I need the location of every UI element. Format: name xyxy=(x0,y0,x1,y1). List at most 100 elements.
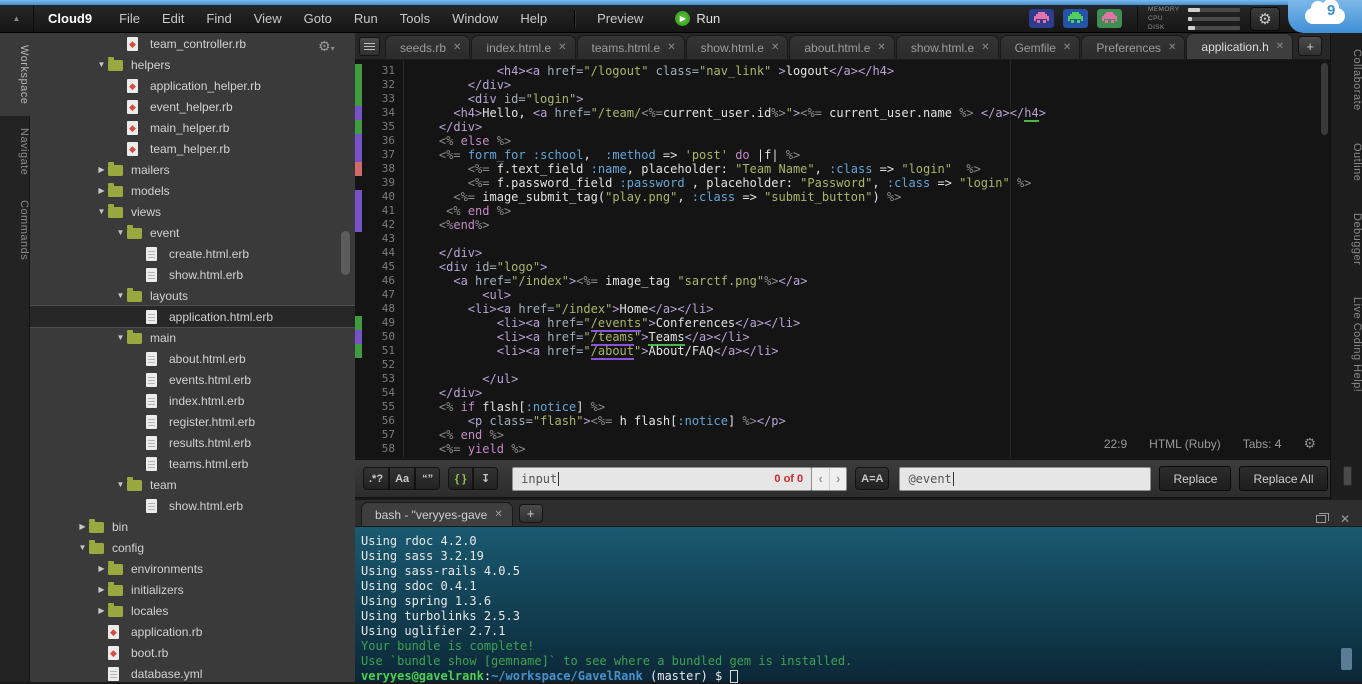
tree-item-models[interactable]: ▶ models xyxy=(30,180,355,201)
menu-tools[interactable]: Tools xyxy=(389,11,441,26)
code-line[interactable]: 33 <div id="login"> xyxy=(355,92,1046,106)
replace-all-button[interactable]: Replace All xyxy=(1239,466,1328,491)
tree-settings-gear-icon[interactable]: ⚙▾ xyxy=(318,38,335,55)
tab-index-html-e[interactable]: index.html.e ✕ xyxy=(471,35,576,59)
chevron-down-icon[interactable]: ▼ xyxy=(114,291,127,300)
code-line[interactable]: 40 <%= image_submit_tag("play.png", :cla… xyxy=(355,190,1046,204)
chevron-right-icon[interactable]: ▶ xyxy=(95,165,108,174)
chevron-right-icon[interactable]: ▶ xyxy=(95,606,108,615)
menu-edit[interactable]: Edit xyxy=(151,11,195,26)
code-line[interactable]: 47 <ul> xyxy=(355,288,1046,302)
code-line[interactable]: 43 xyxy=(355,232,1046,246)
code-line[interactable]: 42 <%end%> xyxy=(355,218,1046,232)
code-line[interactable]: 53 </ul> xyxy=(355,372,1046,386)
code-line[interactable]: 41 <% end %> xyxy=(355,204,1046,218)
code-line[interactable]: 31 <h4><a href="/logout" class="nav_link… xyxy=(355,64,1046,78)
menu-file[interactable]: File xyxy=(108,11,151,26)
rail-item-workspace[interactable]: Workspace xyxy=(0,33,30,117)
tree-item-index-html-erb[interactable]: index.html.erb xyxy=(30,390,355,411)
code-line[interactable]: 50 <li><a href="/teams">Teams</a></li> xyxy=(355,330,1046,346)
close-icon[interactable]: ✕ xyxy=(877,42,885,53)
code-line[interactable]: 52 xyxy=(355,358,1046,372)
tree-item-create-html-erb[interactable]: create.html.erb xyxy=(30,243,355,264)
tree-item-application-rb[interactable]: application.rb xyxy=(30,621,355,642)
chevron-down-icon[interactable]: ▼ xyxy=(95,207,108,216)
tree-scrollbar[interactable] xyxy=(341,231,350,275)
code-line[interactable]: 48 <li><a href="/index">Home</a></li> xyxy=(355,302,1046,316)
tab-seeds-rb[interactable]: seeds.rb ✕ xyxy=(385,35,471,59)
menu-view[interactable]: View xyxy=(243,11,293,26)
code-line[interactable]: 56 <p class="flash"><%= h flash[:notice]… xyxy=(355,414,1046,428)
code-line[interactable]: 32 </div> xyxy=(355,78,1046,92)
invader-icon-2[interactable] xyxy=(1063,9,1088,28)
chevron-down-icon[interactable]: ▼ xyxy=(114,333,127,342)
code-line[interactable]: 38 <%= f.text_field :name, placeholder: … xyxy=(355,162,1046,176)
code-line[interactable]: 51 <li><a href="/about">About/FAQ</a></l… xyxy=(355,344,1046,360)
tree-item-bin[interactable]: ▶ bin xyxy=(30,516,355,537)
tree-item-event-helper-rb[interactable]: event_helper.rb xyxy=(30,96,355,117)
code-line[interactable]: 49 <li><a href="/events">Conferences</a>… xyxy=(355,316,1046,332)
tree-item-events-html-erb[interactable]: events.html.erb xyxy=(30,369,355,390)
menu-run[interactable]: Run xyxy=(343,11,389,26)
tab-size[interactable]: Tabs: 4 xyxy=(1243,437,1282,451)
tab-list-icon[interactable] xyxy=(359,37,380,56)
new-tab-button[interactable]: + xyxy=(1298,36,1323,56)
code-editor[interactable]: 31 <h4><a href="/logout" class="nav_link… xyxy=(355,60,1330,458)
menu-collapse-button[interactable]: ▲ xyxy=(0,5,34,32)
preview-button[interactable]: Preview xyxy=(575,11,661,26)
chevron-right-icon[interactable]: ▶ xyxy=(95,186,108,195)
tree-item-main-helper-rb[interactable]: main_helper.rb xyxy=(30,117,355,138)
replace-input[interactable]: @event xyxy=(899,466,1152,491)
close-icon[interactable]: ✕ xyxy=(1063,42,1071,53)
rail-item-navigate[interactable]: Navigate xyxy=(0,116,30,187)
panel-resize-handle[interactable] xyxy=(1343,466,1352,486)
maximize-icon[interactable] xyxy=(1315,513,1329,523)
tab-Preferences[interactable]: Preferences ✕ xyxy=(1081,35,1186,59)
editor-scrollbar[interactable] xyxy=(1321,63,1328,135)
invader-icon-3[interactable] xyxy=(1097,9,1122,28)
terminal-output[interactable]: Using rdoc 4.2.0 Using sass 3.2.19 Using s… xyxy=(355,527,1362,683)
rail-item-live-coding-help-[interactable]: Live Coding Help! xyxy=(1331,281,1362,408)
tree-item-database-yml[interactable]: database.yml xyxy=(30,663,355,682)
close-icon[interactable]: ✕ xyxy=(494,509,502,520)
chevron-down-icon[interactable]: ▼ xyxy=(114,480,127,489)
code-line[interactable]: 44 </div> xyxy=(355,246,1046,260)
close-icon[interactable]: ✕ xyxy=(558,42,566,53)
settings-gear-button[interactable]: ⚙ xyxy=(1250,6,1280,31)
tree-item-show-html-erb[interactable]: show.html.erb xyxy=(30,264,355,285)
terminal-scrollbar[interactable] xyxy=(1341,648,1352,670)
tab-teams-html-e[interactable]: teams.html.e ✕ xyxy=(576,35,685,59)
chevron-down-icon[interactable]: ▼ xyxy=(95,60,108,69)
chevron-right-icon[interactable]: ▶ xyxy=(95,585,108,594)
find-previous-button[interactable]: ‹ xyxy=(812,468,829,490)
wrap-search-button[interactable]: ↧ xyxy=(473,467,499,490)
code-line[interactable]: 39 <%= f.password_field :password , plac… xyxy=(355,176,1046,190)
tree-item-application-helper-rb[interactable]: application_helper.rb xyxy=(30,75,355,96)
code-line[interactable]: 45 <div id="logo"> xyxy=(355,260,1046,274)
case-sensitive-button[interactable]: Aa xyxy=(389,467,416,490)
tree-item-locales[interactable]: ▶ locales xyxy=(30,600,355,621)
invader-icon-1[interactable] xyxy=(1029,9,1054,28)
tree-item-config[interactable]: ▼ config xyxy=(30,537,355,558)
tree-item-application-html-erb[interactable]: application.html.erb xyxy=(30,306,355,327)
search-in-selection-button[interactable]: { } xyxy=(448,467,474,490)
tree-item-teams-html-erb[interactable]: teams.html.erb xyxy=(30,453,355,474)
search-input[interactable]: input 0 of 0 xyxy=(512,466,813,491)
rail-item-commands[interactable]: Commands xyxy=(0,188,30,272)
tree-item-team[interactable]: ▼ team xyxy=(30,474,355,495)
chevron-down-icon[interactable]: ▼ xyxy=(76,543,89,552)
tab-about-html-e[interactable]: about.html.e ✕ xyxy=(789,35,895,59)
menu-window[interactable]: Window xyxy=(441,11,509,26)
code-line[interactable]: 34 <h4>Hello, <a href="/team/<%=current_… xyxy=(355,106,1046,122)
tree-item-views[interactable]: ▼ views xyxy=(30,201,355,222)
close-icon[interactable]: ✕ xyxy=(771,42,779,53)
rail-item-collaborate[interactable]: Collaborate xyxy=(1331,33,1362,127)
menu-find[interactable]: Find xyxy=(195,11,242,26)
tree-item-event[interactable]: ▼ event xyxy=(30,222,355,243)
terminal-tab-bash[interactable]: bash - "veryyes-gave ✕ xyxy=(361,502,513,526)
code-line[interactable]: 55 <% if flash[:notice] %> xyxy=(355,400,1046,414)
code-line[interactable]: 54 </div> xyxy=(355,386,1046,400)
menu-goto[interactable]: Goto xyxy=(293,11,343,26)
tree-item-mailers[interactable]: ▶ mailers xyxy=(30,159,355,180)
menu-help[interactable]: Help xyxy=(509,11,558,26)
